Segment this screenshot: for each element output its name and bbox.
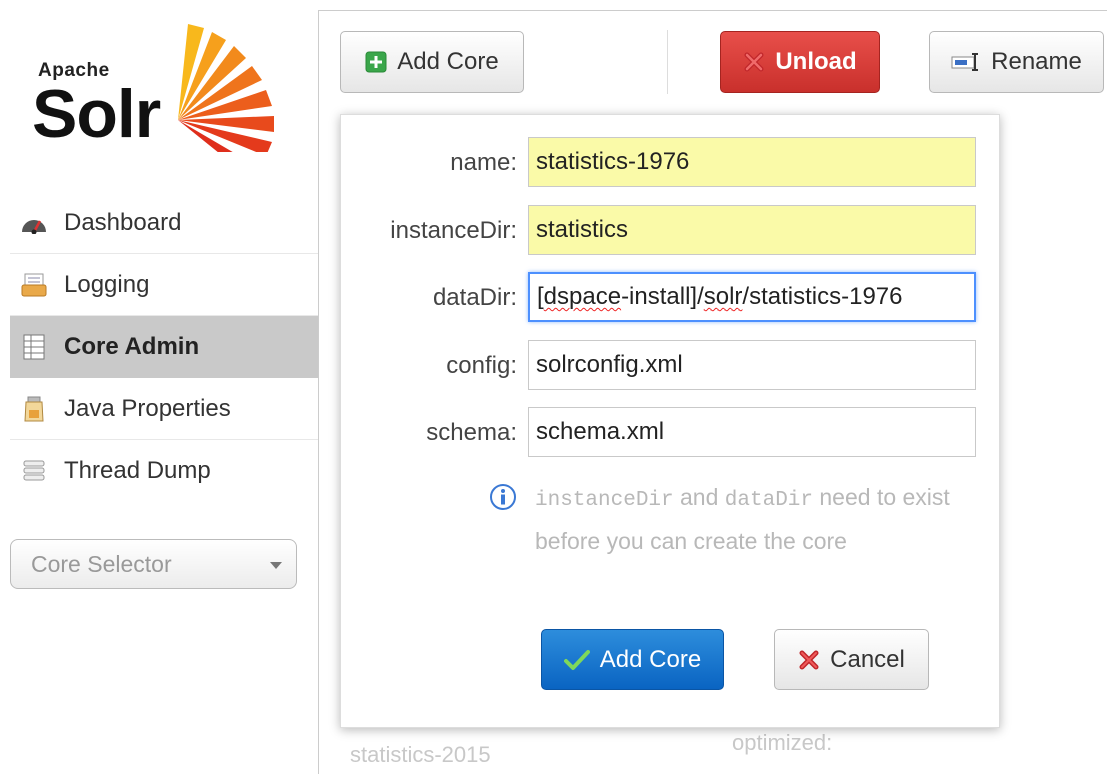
toolbar-divider — [667, 30, 668, 94]
add-core-dialog: name: statistics-1976 instanceDir: stati… — [340, 114, 1000, 728]
schema-row: schema: schema.xml — [341, 407, 1001, 457]
info-icon — [489, 483, 517, 516]
sidebar-item-label: Thread Dump — [64, 457, 211, 484]
core-selector-dropdown[interactable]: Core Selector — [10, 539, 297, 589]
solr-sun-icon — [178, 24, 274, 152]
sidebar-item-logging[interactable]: Logging — [10, 254, 318, 316]
sidebar-item-label: Dashboard — [64, 208, 182, 236]
info-code-instance-dir: instanceDir — [535, 489, 674, 512]
logging-icon — [20, 272, 48, 298]
plus-icon — [365, 51, 387, 73]
config-row: config: solrconfig.xml — [341, 340, 1001, 390]
data-dir-value-part: dspace — [543, 283, 622, 310]
rename-icon — [951, 52, 981, 72]
name-input[interactable]: statistics-1976 — [528, 137, 976, 187]
sidebar-item-core-admin[interactable]: Core Admin — [10, 316, 318, 378]
sidebar-item-label: Core Admin — [64, 332, 200, 360]
submit-add-core-label: Add Core — [599, 645, 702, 673]
thread-dump-icon — [20, 458, 48, 484]
unload-button[interactable]: Unload — [720, 31, 880, 93]
data-dir-label: dataDir: — [432, 284, 517, 311]
background-core-name: statistics-2015 — [350, 742, 491, 767]
data-dir-input[interactable]: [dspace -install]/solr/statistics-1976 — [528, 272, 976, 322]
add-core-button[interactable]: Add Core — [340, 31, 524, 93]
schema-input[interactable]: schema.xml — [528, 407, 976, 457]
rename-label: Rename — [991, 48, 1082, 75]
instance-dir-label: instanceDir: — [390, 217, 517, 244]
info-code-data-dir: dataDir — [724, 489, 813, 512]
data-dir-value-prefix: [ — [537, 283, 544, 310]
chevron-down-icon — [270, 562, 282, 569]
x-icon — [798, 649, 820, 671]
config-label: config: — [446, 352, 517, 379]
schema-label: schema: — [426, 419, 517, 446]
data-dir-row: dataDir: [dspace -install]/solr/statistic… — [341, 272, 1001, 322]
sidebar-nav: Dashboard Logging Core Admin Java Proper… — [10, 192, 318, 502]
add-core-label: Add Core — [397, 48, 499, 75]
instance-dir-row: instanceDir: statistics — [341, 205, 1001, 255]
data-dir-value-part: /statistics-1976 — [742, 283, 903, 310]
cancel-label: Cancel — [830, 645, 905, 673]
config-input[interactable]: solrconfig.xml — [528, 340, 976, 390]
data-dir-value-part: -install]/ — [621, 283, 704, 310]
name-label: name: — [450, 149, 517, 176]
sidebar: Apache Solr Dashboard Logging Core Admin — [0, 0, 318, 774]
sidebar-item-dashboard[interactable]: Dashboard — [10, 192, 318, 254]
info-text-part: and — [673, 484, 725, 510]
checkmark-icon — [563, 649, 590, 671]
sidebar-item-label: Logging — [64, 270, 150, 298]
rename-button[interactable]: Rename — [929, 31, 1104, 93]
cancel-button[interactable]: Cancel — [774, 629, 929, 690]
sidebar-item-java-properties[interactable]: Java Properties — [10, 378, 318, 440]
x-icon — [743, 51, 765, 73]
sidebar-item-thread-dump[interactable]: Thread Dump — [10, 440, 318, 502]
info-text: instanceDir and dataDir need to exist be… — [535, 477, 955, 561]
unload-label: Unload — [775, 48, 857, 75]
instance-dir-input[interactable]: statistics — [528, 205, 976, 255]
data-dir-value-part: solr — [703, 283, 743, 310]
solr-logo[interactable]: Apache Solr — [28, 22, 288, 162]
submit-add-core-button[interactable]: Add Core — [541, 629, 724, 690]
java-properties-icon — [20, 396, 48, 422]
background-optimized-label: optimized: — [732, 730, 833, 755]
core-selector-placeholder: Core Selector — [31, 550, 172, 577]
dashboard-icon — [20, 210, 48, 236]
name-row: name: statistics-1976 — [341, 137, 1001, 187]
core-admin-icon — [20, 334, 48, 360]
sidebar-item-label: Java Properties — [64, 394, 231, 422]
logo-solr-text: Solr — [32, 76, 161, 152]
